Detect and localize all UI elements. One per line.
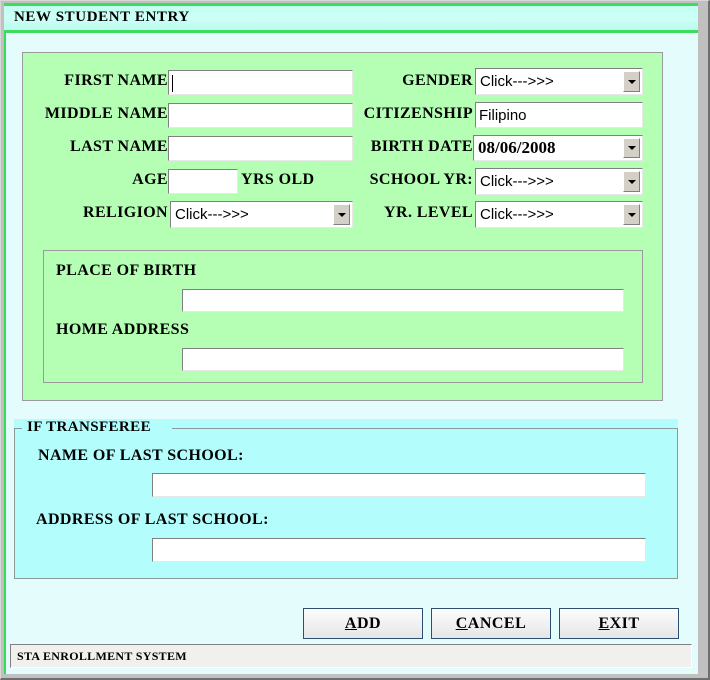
middle-name-input[interactable] — [168, 103, 353, 128]
transferee-border-segment-left — [14, 428, 22, 429]
home-address-input[interactable] — [182, 348, 624, 371]
home-address-label: HOME ADDRESS — [56, 321, 190, 338]
exit-button-label: XIT — [609, 614, 640, 632]
school-yr-value: Click--->>> — [480, 173, 554, 190]
name-of-last-school-label: NAME OF LAST SCHOOL: — [38, 447, 244, 464]
cancel-button-accel: C — [455, 614, 468, 632]
school-yr-dropdown-button[interactable] — [623, 171, 640, 192]
new-student-entry-window: NEW STUDENT ENTRY FIRST NAME MIDDLE NAME… — [0, 0, 710, 680]
transferee-legend: IF TRANSFEREE — [24, 419, 154, 436]
student-info-panel: FIRST NAME MIDDLE NAME LAST NAME AGE YRS… — [22, 52, 663, 401]
gender-combobox[interactable]: Click--->>> — [475, 68, 643, 95]
school-yr-label: SCHOOL YR: — [369, 171, 473, 188]
birth-date-value: 08/06/2008 — [478, 138, 556, 157]
citizenship-input[interactable]: Filipino — [475, 102, 643, 128]
age-label: AGE — [132, 171, 168, 188]
cancel-button-label: ANCEL — [467, 614, 527, 632]
chevron-down-icon — [627, 79, 636, 84]
add-button[interactable]: ADD — [303, 608, 423, 639]
birth-date-label: BIRTH DATE — [370, 138, 473, 155]
add-button-label: DD — [356, 614, 382, 632]
first-name-input[interactable] — [168, 70, 353, 95]
title-bar: NEW STUDENT ENTRY — [4, 3, 698, 33]
name-of-last-school-input[interactable] — [152, 473, 646, 497]
middle-name-label: MIDDLE NAME — [44, 105, 168, 122]
address-panel: PLACE OF BIRTH HOME ADDRESS — [43, 250, 643, 383]
window-title: NEW STUDENT ENTRY — [14, 9, 190, 25]
status-bar: STA ENROLLMENT SYSTEM — [10, 644, 692, 668]
last-name-input[interactable] — [168, 136, 353, 161]
place-of-birth-input[interactable] — [182, 289, 624, 312]
religion-value: Click--->>> — [175, 206, 249, 223]
chevron-down-icon — [627, 146, 636, 150]
yr-level-combobox[interactable]: Click--->>> — [475, 201, 643, 228]
birth-date-picker[interactable]: 08/06/2008 — [473, 135, 643, 161]
transferee-border-segment-right — [172, 428, 678, 429]
citizenship-label: CITIZENSHIP — [363, 105, 473, 122]
last-name-label: LAST NAME — [70, 138, 168, 155]
yr-level-dropdown-button[interactable] — [623, 204, 640, 225]
text-caret — [172, 75, 173, 92]
address-of-last-school-input[interactable] — [152, 538, 646, 562]
address-of-last-school-label: ADDRESS OF LAST SCHOOL: — [36, 511, 269, 528]
birth-date-dropdown-button[interactable] — [623, 138, 640, 158]
gender-label: GENDER — [402, 72, 473, 89]
transferee-group: IF TRANSFEREE NAME OF LAST SCHOOL: ADDRE… — [14, 419, 678, 579]
gender-value: Click--->>> — [480, 73, 554, 90]
yrs-old-label: YRS OLD — [241, 171, 315, 188]
add-button-accel: A — [344, 614, 357, 632]
yr-level-value: Click--->>> — [480, 206, 554, 223]
exit-button-accel: E — [598, 614, 610, 632]
gender-dropdown-button[interactable] — [623, 71, 640, 92]
yr-level-label: YR. LEVEL — [384, 204, 473, 221]
status-bar-text: STA ENROLLMENT SYSTEM — [17, 648, 187, 663]
age-input[interactable] — [168, 169, 238, 194]
religion-combobox[interactable]: Click--->>> — [170, 201, 353, 228]
chevron-down-icon — [627, 212, 636, 217]
chevron-down-icon — [627, 179, 636, 184]
place-of-birth-label: PLACE OF BIRTH — [56, 262, 197, 279]
first-name-label: FIRST NAME — [64, 72, 168, 89]
religion-label: RELIGION — [83, 204, 168, 221]
citizenship-value: Filipino — [479, 106, 527, 124]
cancel-button[interactable]: CANCEL — [431, 608, 551, 639]
exit-button[interactable]: EXIT — [559, 608, 679, 639]
school-yr-combobox[interactable]: Click--->>> — [475, 168, 643, 195]
